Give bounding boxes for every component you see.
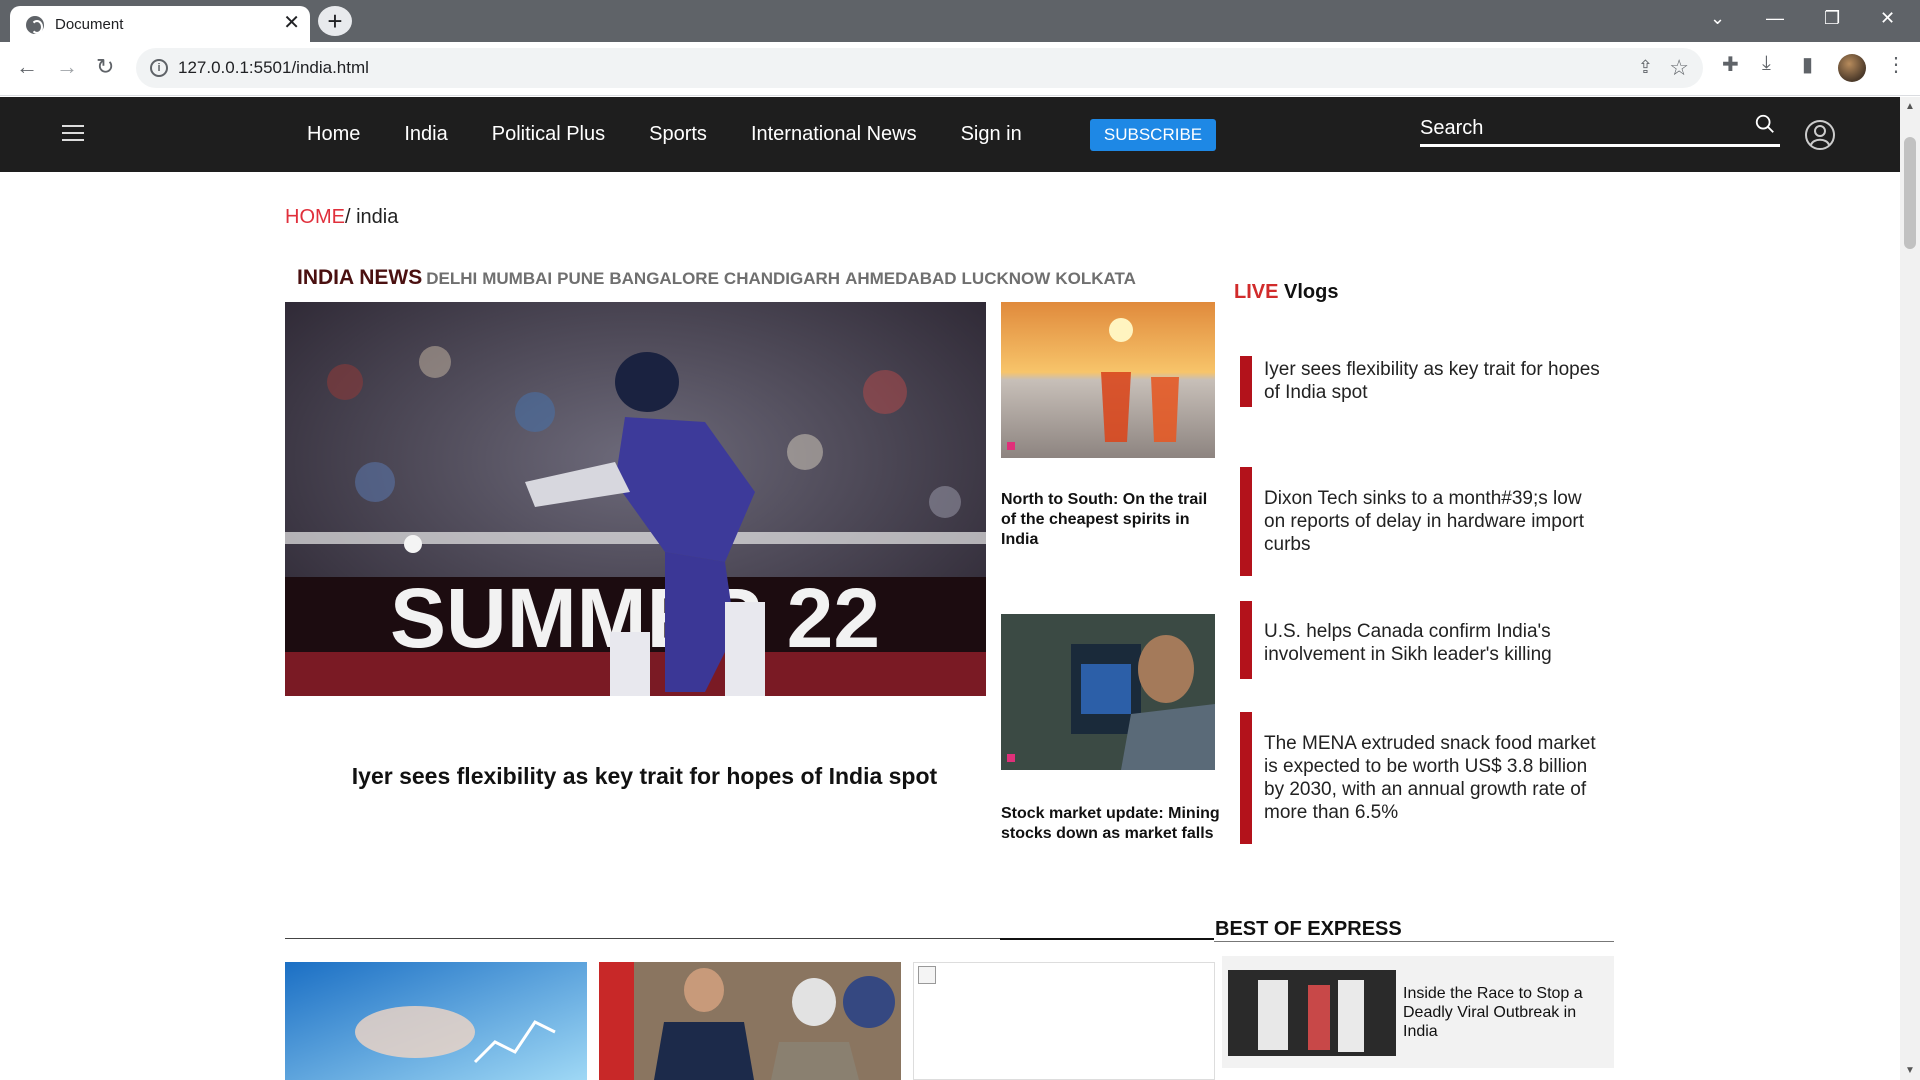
forward-arrow-icon[interactable]: → [56, 54, 78, 80]
section-divider-dark [1000, 938, 1214, 940]
city-link-chandigarh[interactable]: CHANDIGARH [724, 269, 840, 289]
city-link-lucknow[interactable]: LUCKNOW [962, 269, 1051, 289]
page-scrollbar[interactable]: ▲ ▼ [1900, 97, 1920, 1080]
vlog-item[interactable]: The MENA extruded snack food market is e… [1240, 712, 1600, 844]
scroll-thumb[interactable] [1904, 137, 1916, 249]
side-card-title-spirits[interactable]: North to South: On the trail of the chea… [1001, 490, 1221, 550]
globe-icon [26, 16, 44, 34]
share-icon[interactable]: ⇪ [1638, 57, 1653, 78]
tab-title: Document [55, 16, 124, 33]
best-of-express-card[interactable]: Inside the Race to Stop a Deadly Viral O… [1222, 956, 1614, 1068]
restore-icon[interactable]: ❐ [1824, 8, 1840, 29]
india-news-title: INDIA NEWS [297, 266, 423, 289]
vlogs-label: Vlogs [1278, 281, 1339, 303]
browser-tab[interactable]: Document ✕ [10, 6, 310, 42]
address-bar[interactable]: i 127.0.0.1:5501/india.html ⇪ ☆ [136, 48, 1703, 88]
nav-political-plus[interactable]: Political Plus [492, 123, 605, 146]
close-window-icon[interactable]: ✕ [1880, 8, 1895, 29]
hero-cricket-image[interactable]: SUMMER 22 [285, 302, 986, 696]
scroll-down-icon[interactable]: ▼ [1905, 1065, 1915, 1076]
bookmark-star-icon[interactable]: ☆ [1669, 55, 1689, 81]
broken-image-icon [918, 966, 936, 984]
back-arrow-icon[interactable]: ← [16, 54, 38, 80]
live-vlogs-heading: LIVE Vlogs [1234, 281, 1338, 304]
close-tab-icon[interactable]: ✕ [283, 12, 300, 34]
side-card-title-stock-market[interactable]: Stock market update: Mining stocks down … [1001, 804, 1221, 844]
reload-icon[interactable]: ↻ [96, 54, 114, 80]
side-panel-icon[interactable]: ▮ [1802, 52, 1813, 77]
city-link-bangalore[interactable]: BANGALORE [609, 269, 719, 289]
profile-avatar[interactable] [1838, 54, 1866, 82]
search-icon[interactable] [1754, 113, 1776, 135]
minimize-icon[interactable]: — [1766, 8, 1784, 29]
site-info-icon[interactable]: i [150, 59, 168, 77]
nav-sign-in[interactable]: Sign in [961, 123, 1022, 146]
city-link-delhi[interactable]: DELHI [426, 269, 477, 289]
main-nav: Home India Political Plus Sports Interna… [307, 123, 1066, 146]
browser-tabstrip: Document ✕ + ⌄ — ❐ ✕ [0, 0, 1920, 42]
scroll-up-icon[interactable]: ▲ [1905, 101, 1915, 112]
nav-india[interactable]: India [404, 123, 447, 146]
city-link-mumbai[interactable]: MUMBAI [482, 269, 552, 289]
live-label: LIVE [1234, 281, 1279, 303]
vlog-item[interactable]: Iyer sees flexibility as key trait for h… [1240, 356, 1600, 407]
best-of-express-title: BEST OF EXPRESS [1215, 918, 1402, 940]
bottom-image-leaders[interactable] [599, 962, 901, 1080]
city-link-ahmedabad[interactable]: AHMEDABAD [845, 269, 956, 289]
vlog-item[interactable]: Dixon Tech sinks to a month#39;s low on … [1240, 467, 1600, 576]
extensions-puzzle-icon[interactable]: ✚ [1722, 52, 1739, 77]
more-menu-icon[interactable]: ⋮ [1886, 52, 1906, 77]
new-tab-button[interactable]: + [318, 6, 352, 36]
city-link-kolkata[interactable]: KOLKATA [1055, 269, 1136, 289]
breadcrumb: HOME/ india [285, 206, 398, 229]
nav-home[interactable]: Home [307, 123, 360, 146]
user-account-icon[interactable] [1804, 119, 1836, 151]
city-link-pune[interactable]: PUNE [557, 269, 604, 289]
broken-image-placeholder[interactable] [913, 962, 1215, 1080]
section-divider [285, 938, 1001, 939]
best-of-express-headline[interactable]: Inside the Race to Stop a Deadly Viral O… [1403, 984, 1608, 1041]
best-of-express-underline [1214, 941, 1614, 942]
tab-search-chevron-icon[interactable]: ⌄ [1710, 8, 1725, 29]
download-icon[interactable]: ⤓ [1762, 52, 1771, 75]
breadcrumb-current: / india [345, 206, 399, 228]
subscribe-button[interactable]: SUBSCRIBE [1090, 119, 1216, 151]
search-label: Search [1420, 117, 1484, 139]
india-news-header: INDIA NEWS DELHI MUMBAI PUNE BANGALORE C… [297, 266, 1141, 290]
browser-toolbar: ← → ↻ i 127.0.0.1:5501/india.html ⇪ ☆ ✚ … [0, 42, 1920, 96]
side-card-image-drinks[interactable] [1001, 302, 1215, 458]
breadcrumb-home[interactable]: HOME [285, 206, 345, 228]
site-header: Home India Political Plus Sports Interna… [0, 97, 1900, 172]
url-text[interactable]: 127.0.0.1:5501/india.html [178, 58, 369, 78]
search-input[interactable]: Search [1420, 111, 1780, 147]
nav-sports[interactable]: Sports [649, 123, 707, 146]
vlog-item[interactable]: U.S. helps Canada confirm India's involv… [1240, 601, 1600, 679]
bottom-image-tech[interactable] [285, 962, 587, 1080]
best-of-express-thumbnail[interactable] [1228, 970, 1396, 1056]
hamburger-menu-icon[interactable] [62, 125, 84, 143]
hero-headline[interactable]: Iyer sees flexibility as key trait for h… [285, 763, 1004, 790]
side-card-image-stock-trader[interactable] [1001, 614, 1215, 770]
nav-international-news[interactable]: International News [751, 123, 917, 146]
